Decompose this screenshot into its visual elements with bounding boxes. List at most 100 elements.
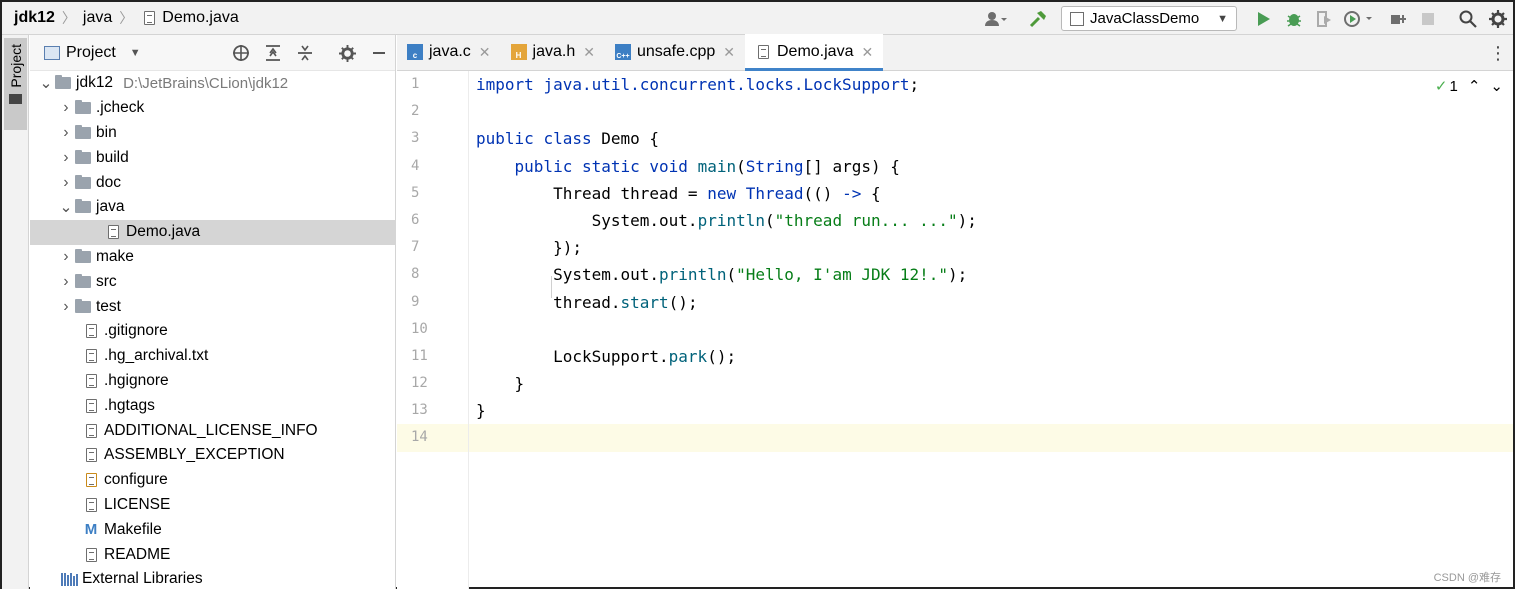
tree-item-label: External Libraries xyxy=(82,570,203,588)
tree-root-path: D:\JetBrains\CLion\jdk12 xyxy=(123,74,289,92)
tree-item-hgignore[interactable]: .hgignore xyxy=(30,369,396,394)
code-line[interactable]: System.out.println("Hello, I'am JDK 12!.… xyxy=(469,261,1513,288)
debug-icon[interactable] xyxy=(1279,2,1309,35)
code-line[interactable] xyxy=(469,316,1513,343)
code-line[interactable]: import java.util.concurrent.locks.LockSu… xyxy=(469,71,1513,98)
tree-item-label: .hg_archival.txt xyxy=(104,347,209,365)
profile-icon[interactable] xyxy=(1339,2,1383,35)
chevron-right-icon[interactable]: › xyxy=(58,124,74,142)
tree-item-external-libraries[interactable]: External Libraries xyxy=(30,567,396,592)
breadcrumb-java[interactable]: java xyxy=(83,9,112,27)
attach-debugger-icon[interactable] xyxy=(1383,2,1413,35)
project-tree: ⌄ jdk12 D:\JetBrains\CLion\jdk12 › .jche… xyxy=(30,71,396,592)
code-line[interactable]: thread.start(); xyxy=(469,289,1513,316)
run-configuration-select[interactable]: JavaClassDemo ▼ xyxy=(1061,6,1237,31)
tree-item-build[interactable]: › build xyxy=(30,145,396,170)
breadcrumb-jdk12[interactable]: jdk12 xyxy=(14,9,55,27)
close-icon[interactable]: ✕ xyxy=(583,44,595,61)
expand-all-icon[interactable] xyxy=(257,44,289,62)
coverage-icon[interactable] xyxy=(1309,2,1339,35)
navigation-bar: jdk12 〉 java 〉 Demo.java JavaClassDemo ▼ xyxy=(2,2,1513,35)
user-icon[interactable] xyxy=(981,2,1011,35)
select-opened-file-icon[interactable] xyxy=(225,44,257,62)
hide-panel-icon[interactable] xyxy=(363,45,395,61)
code-line[interactable] xyxy=(469,98,1513,125)
chevron-down-icon[interactable]: ▼ xyxy=(130,47,141,59)
tree-item-hgtags[interactable]: .hgtags xyxy=(30,393,396,418)
tree-item-doc[interactable]: › doc xyxy=(30,170,396,195)
breadcrumb-demo-java[interactable]: Demo.java xyxy=(162,9,238,27)
settings-icon[interactable] xyxy=(1483,2,1513,35)
tree-item-hg-archival[interactable]: .hg_archival.txt xyxy=(30,344,396,369)
project-view-selector[interactable]: Project xyxy=(66,44,116,62)
more-options-icon[interactable]: ⋮ xyxy=(1489,43,1507,64)
chevron-down-icon[interactable]: ⌄ xyxy=(58,198,74,217)
line-number: 1 xyxy=(411,76,420,92)
code-line[interactable]: public class Demo { xyxy=(469,125,1513,152)
chevron-right-icon[interactable]: › xyxy=(58,248,74,266)
tree-item-demo-java[interactable]: Demo.java xyxy=(30,219,396,245)
chevron-down-icon[interactable]: ⌄ xyxy=(1490,77,1503,95)
tree-item-makefile[interactable]: M Makefile xyxy=(30,517,396,542)
code-line[interactable]: } xyxy=(469,397,1513,424)
tree-item-src[interactable]: › src xyxy=(30,269,396,294)
tree-item-readme[interactable]: README xyxy=(30,542,396,567)
tree-item-license[interactable]: LICENSE xyxy=(30,493,396,518)
inspection-widget[interactable]: ✓ 1 ⌃ ⌄ xyxy=(1435,71,1513,101)
tab-java-h[interactable]: H java.h ✕ xyxy=(501,34,605,70)
code-line[interactable]: System.out.println("thread run... ..."); xyxy=(469,207,1513,234)
chevron-right-icon[interactable]: › xyxy=(58,99,74,117)
close-icon[interactable]: ✕ xyxy=(723,44,735,61)
ide-window: jdk12 〉 java 〉 Demo.java JavaClassDemo ▼ xyxy=(0,0,1515,589)
tree-item-gitignore[interactable]: .gitignore xyxy=(30,319,396,344)
chevron-right-icon[interactable]: › xyxy=(58,174,74,192)
tree-item-jcheck[interactable]: › .jcheck xyxy=(30,96,396,121)
tree-item-label: .jcheck xyxy=(96,99,145,117)
build-hammer-icon[interactable] xyxy=(1023,2,1053,35)
tree-item-label: Makefile xyxy=(104,520,162,538)
tree-item-additional-license-info[interactable]: ADDITIONAL_LICENSE_INFO xyxy=(30,418,396,443)
tree-item-bin[interactable]: › bin xyxy=(30,121,396,146)
stop-icon[interactable] xyxy=(1413,2,1443,35)
chevron-right-icon[interactable]: › xyxy=(58,298,74,316)
tree-item-label: LICENSE xyxy=(104,495,171,513)
project-tool-window-tab[interactable]: Project xyxy=(4,38,27,130)
tree-item-make[interactable]: › make xyxy=(30,245,396,270)
tree-item-test[interactable]: › test xyxy=(30,294,396,319)
code-editor[interactable]: ✓ 1 ⌃ ⌄ import java.util.concurrent.lock… xyxy=(469,71,1513,589)
line-number: 14 xyxy=(397,424,468,452)
chevron-down-icon[interactable]: ⌄ xyxy=(38,74,54,93)
search-icon[interactable] xyxy=(1453,2,1483,35)
folder-icon xyxy=(74,199,92,214)
line-number: 13 xyxy=(411,402,428,419)
tree-item-configure[interactable]: configure xyxy=(30,468,396,493)
tab-java-c[interactable]: c java.c ✕ xyxy=(397,34,501,70)
text-file-icon xyxy=(82,423,100,438)
close-icon[interactable]: ✕ xyxy=(479,44,491,61)
breadcrumb: jdk12 〉 java 〉 Demo.java xyxy=(2,2,239,34)
tab-unsafe-cpp[interactable]: C++ unsafe.cpp ✕ xyxy=(605,34,745,70)
tree-root-jdk12[interactable]: ⌄ jdk12 D:\JetBrains\CLion\jdk12 xyxy=(30,71,396,96)
collapse-all-icon[interactable] xyxy=(289,44,321,62)
folder-icon xyxy=(74,149,92,164)
tree-item-label: test xyxy=(96,297,121,315)
settings-icon[interactable] xyxy=(331,44,363,62)
code-line[interactable] xyxy=(469,424,1513,452)
chevron-right-icon[interactable]: › xyxy=(58,273,74,291)
code-line[interactable]: public static void main(String[] args) { xyxy=(469,153,1513,180)
run-icon[interactable] xyxy=(1249,2,1279,35)
tree-item-java[interactable]: ⌄ java xyxy=(30,195,396,220)
tab-demo-java[interactable]: Demo.java ✕ xyxy=(744,34,884,71)
code-line[interactable]: Thread thread = new Thread(() -> { xyxy=(469,180,1513,207)
line-number: 5 xyxy=(411,184,420,201)
close-icon[interactable]: ✕ xyxy=(861,44,873,61)
chevron-right-icon[interactable]: › xyxy=(58,149,74,167)
tree-item-assembly-exception[interactable]: ASSEMBLY_EXCEPTION xyxy=(30,443,396,468)
tree-item-label: java xyxy=(96,198,125,216)
code-line[interactable]: LockSupport.park(); xyxy=(469,343,1513,370)
line-number: 11 xyxy=(411,347,428,364)
code-line[interactable]: } xyxy=(469,370,1513,397)
line-number: 2 xyxy=(411,103,420,120)
chevron-up-icon[interactable]: ⌃ xyxy=(1468,77,1481,95)
code-line[interactable]: }); xyxy=(469,234,1513,261)
